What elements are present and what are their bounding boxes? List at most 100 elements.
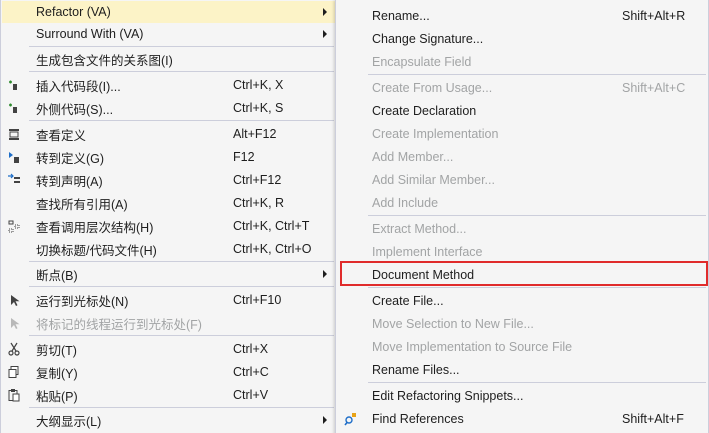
menu-item-encapsulate-field[interactable]: Encapsulate Field <box>337 51 707 73</box>
menu-item-create-implementation[interactable]: Create Implementation <box>337 123 707 145</box>
menu-item-breakpoint[interactable]: 断点(B) <box>2 263 335 285</box>
menu-item-add-include[interactable]: Add Include <box>337 192 707 214</box>
menu-item-label: Refactor (VA) <box>36 5 111 19</box>
menu-separator <box>29 46 334 47</box>
menu-item-refactor-va[interactable]: Refactor (VA) <box>2 1 335 23</box>
menu-item-label: 转到声明(A) <box>36 174 103 189</box>
paste-icon <box>6 387 22 403</box>
menu-item-create-declaration[interactable]: Create Declaration <box>337 100 707 122</box>
menu-item-move-implementation-to-source[interactable]: Move Implementation to Source File <box>337 336 707 358</box>
menu-item-label: 剪切(T) <box>36 343 77 358</box>
menu-item-label: 粘贴(P) <box>36 389 78 404</box>
menu-item-label: 查看定义 <box>36 128 87 143</box>
menu-item-shortcut: Ctrl+C <box>233 365 269 379</box>
menu-item-peek-definition[interactable]: 查看定义 Alt+F12 <box>2 123 335 145</box>
menu-item-cut[interactable]: 剪切(T) Ctrl+X <box>2 338 335 360</box>
menu-item-generate-include-graph[interactable]: 生成包含文件的关系图(I) <box>2 48 335 70</box>
menu-item-shortcut: Ctrl+V <box>233 388 269 402</box>
menu-separator <box>368 215 706 216</box>
menu-item-surround-with-va[interactable]: Surround With (VA) <box>2 23 335 45</box>
menu-item-label: Create Implementation <box>372 127 499 141</box>
menu-item-label: 复制(Y) <box>36 366 78 381</box>
menu-item-shortcut: Ctrl+F10 <box>233 293 282 307</box>
menu-separator <box>368 382 706 383</box>
menu-item-label: Rename... <box>372 9 430 23</box>
submenu-arrow-icon <box>323 416 327 424</box>
menu-item-shortcut: Ctrl+K, Ctrl+T <box>233 219 310 233</box>
menu-item-find-references[interactable]: Find References Shift+Alt+F <box>337 408 707 430</box>
menu-item-label: 断点(B) <box>36 268 78 283</box>
menu-item-label: 大纲显示(L) <box>36 414 102 429</box>
menu-item-label: Move Implementation to Source File <box>372 340 573 354</box>
menu-item-shortcut: Ctrl+F12 <box>233 173 282 187</box>
find-references-icon <box>343 411 359 427</box>
menu-item-document-method[interactable]: Document Method <box>337 264 707 286</box>
menu-item-add-member[interactable]: Add Member... <box>337 146 707 168</box>
menu-item-edit-refactoring-snippets[interactable]: Edit Refactoring Snippets... <box>337 385 707 407</box>
menu-item-change-signature[interactable]: Change Signature... <box>337 28 707 50</box>
menu-separator <box>29 261 334 262</box>
go-to-declaration-icon <box>6 172 22 188</box>
menu-item-label: Add Include <box>372 196 439 210</box>
menu-separator <box>29 335 334 336</box>
menu-item-label: Document Method <box>372 268 475 282</box>
menu-item-label: Create From Usage... <box>372 81 493 95</box>
menu-item-run-marked-threads-to-cursor[interactable]: 将标记的线程运行到光标处(F) <box>2 312 335 334</box>
menu-item-label: Add Similar Member... <box>372 173 495 187</box>
menu-item-label: Create Declaration <box>372 104 477 118</box>
menu-separator <box>29 407 334 408</box>
menu-item-move-selection-to-new-file[interactable]: Move Selection to New File... <box>337 313 707 335</box>
menu-item-shortcut: F12 <box>233 150 255 164</box>
menu-item-label: Change Signature... <box>372 32 484 46</box>
run-to-cursor-icon <box>6 292 22 308</box>
editor-context-menu: Refactor (VA) Surround With (VA) 生成包含文件的… <box>0 0 337 433</box>
refactor-submenu: Rename... Shift+Alt+R Change Signature..… <box>335 0 709 433</box>
menu-item-label: Find References <box>372 412 464 426</box>
menu-item-add-similar-member[interactable]: Add Similar Member... <box>337 169 707 191</box>
menu-item-shortcut: Ctrl+K, S <box>233 101 284 115</box>
menu-item-label: Move Selection to New File... <box>372 317 534 331</box>
menu-item-label: 运行到光标处(N) <box>36 294 129 309</box>
call-hierarchy-icon <box>6 218 22 234</box>
menu-item-view-call-hierarchy[interactable]: 查看调用层次结构(H) Ctrl+K, Ctrl+T <box>2 215 335 237</box>
menu-item-outlining[interactable]: 大纲显示(L) <box>2 409 335 431</box>
menu-item-surround-code[interactable]: 外侧代码(S)... Ctrl+K, S <box>2 97 335 119</box>
menu-separator <box>29 120 334 121</box>
run-marked-threads-icon <box>6 315 22 331</box>
menu-item-insert-snippet[interactable]: 插入代码段(I)... Ctrl+K, X <box>2 74 335 96</box>
menu-separator <box>368 287 706 288</box>
menu-separator <box>368 74 706 75</box>
menu-item-go-to-declaration[interactable]: 转到声明(A) Ctrl+F12 <box>2 169 335 191</box>
menu-item-shortcut: Shift+Alt+F <box>622 412 684 426</box>
menu-item-rename[interactable]: Rename... Shift+Alt+R <box>337 5 707 27</box>
menu-item-label: 插入代码段(I)... <box>36 79 121 94</box>
menu-item-implement-interface[interactable]: Implement Interface <box>337 241 707 263</box>
menu-item-label: Rename Files... <box>372 363 460 377</box>
menu-item-copy[interactable]: 复制(Y) Ctrl+C <box>2 361 335 383</box>
menu-item-label: 将标记的线程运行到光标处(F) <box>36 317 202 332</box>
menu-item-paste[interactable]: 粘贴(P) Ctrl+V <box>2 384 335 406</box>
menu-item-run-to-cursor[interactable]: 运行到光标处(N) Ctrl+F10 <box>2 289 335 311</box>
menu-item-extract-method[interactable]: Extract Method... <box>337 218 707 240</box>
menu-item-toggle-header-code[interactable]: 切换标题/代码文件(H) Ctrl+K, Ctrl+O <box>2 238 335 260</box>
scissors-icon <box>6 341 22 357</box>
peek-definition-icon <box>6 126 22 142</box>
submenu-arrow-icon <box>323 30 327 38</box>
menu-separator <box>29 71 334 72</box>
menu-item-shortcut: Ctrl+K, R <box>233 196 285 210</box>
menu-item-shortcut: Shift+Alt+R <box>622 9 686 23</box>
menu-item-label: Implement Interface <box>372 245 483 259</box>
menu-item-create-from-usage[interactable]: Create From Usage... Shift+Alt+C <box>337 77 707 99</box>
menu-item-rename-files[interactable]: Rename Files... <box>337 359 707 381</box>
menu-item-find-all-references[interactable]: 查找所有引用(A) Ctrl+K, R <box>2 192 335 214</box>
menu-item-label: Create File... <box>372 294 444 308</box>
menu-item-label: 查找所有引用(A) <box>36 197 128 212</box>
menu-item-label: Extract Method... <box>372 222 467 236</box>
menu-item-label: 转到定义(G) <box>36 151 105 166</box>
menu-item-create-file[interactable]: Create File... <box>337 290 707 312</box>
menu-item-label: Add Member... <box>372 150 454 164</box>
submenu-arrow-icon <box>323 8 327 16</box>
surround-code-icon <box>6 100 22 116</box>
menu-item-go-to-definition[interactable]: 转到定义(G) F12 <box>2 146 335 168</box>
insert-snippet-icon <box>6 77 22 93</box>
